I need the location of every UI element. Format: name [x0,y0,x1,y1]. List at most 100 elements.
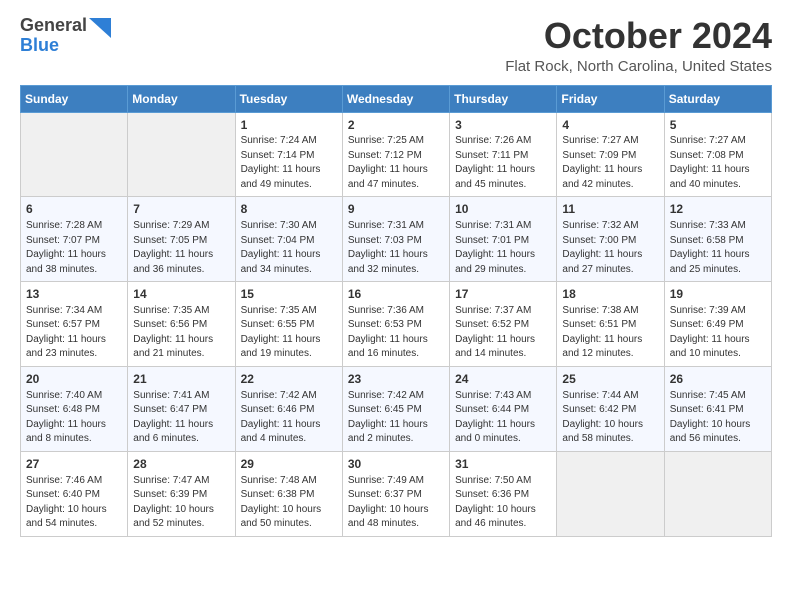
col-tuesday: Tuesday [235,85,342,112]
day-info: Sunrise: 7:24 AM Sunset: 7:14 PM Dayligh… [241,134,337,192]
day-info: Sunrise: 7:48 AM Sunset: 6:38 PM Dayligh… [241,474,337,532]
calendar-day: 4Sunrise: 7:27 AM Sunset: 7:09 PM Daylig… [557,112,664,197]
day-number: 23 [348,371,444,388]
day-number: 20 [26,371,122,388]
week-row-5: 27Sunrise: 7:46 AM Sunset: 6:40 PM Dayli… [21,451,772,536]
day-info: Sunrise: 7:40 AM Sunset: 6:48 PM Dayligh… [26,389,122,447]
calendar-day: 7Sunrise: 7:29 AM Sunset: 7:05 PM Daylig… [128,197,235,282]
day-number: 14 [133,286,229,303]
col-sunday: Sunday [21,85,128,112]
day-number: 5 [670,117,766,134]
calendar-day: 28Sunrise: 7:47 AM Sunset: 6:39 PM Dayli… [128,451,235,536]
day-info: Sunrise: 7:26 AM Sunset: 7:11 PM Dayligh… [455,134,551,192]
day-info: Sunrise: 7:38 AM Sunset: 6:51 PM Dayligh… [562,304,658,362]
calendar-table: Sunday Monday Tuesday Wednesday Thursday… [20,85,772,537]
day-number: 17 [455,286,551,303]
day-number: 22 [241,371,337,388]
day-number: 8 [241,201,337,218]
calendar-day: 22Sunrise: 7:42 AM Sunset: 6:46 PM Dayli… [235,366,342,451]
day-number: 3 [455,117,551,134]
day-number: 7 [133,201,229,218]
week-row-3: 13Sunrise: 7:34 AM Sunset: 6:57 PM Dayli… [21,282,772,367]
calendar-day: 23Sunrise: 7:42 AM Sunset: 6:45 PM Dayli… [342,366,449,451]
col-friday: Friday [557,85,664,112]
calendar-day: 14Sunrise: 7:35 AM Sunset: 6:56 PM Dayli… [128,282,235,367]
day-info: Sunrise: 7:43 AM Sunset: 6:44 PM Dayligh… [455,389,551,447]
day-info: Sunrise: 7:28 AM Sunset: 7:07 PM Dayligh… [26,219,122,277]
calendar-day [557,451,664,536]
day-number: 27 [26,456,122,473]
day-number: 25 [562,371,658,388]
day-number: 12 [670,201,766,218]
day-number: 16 [348,286,444,303]
calendar-day: 9Sunrise: 7:31 AM Sunset: 7:03 PM Daylig… [342,197,449,282]
day-number: 2 [348,117,444,134]
calendar-day: 29Sunrise: 7:48 AM Sunset: 6:38 PM Dayli… [235,451,342,536]
day-number: 10 [455,201,551,218]
calendar-day [128,112,235,197]
day-info: Sunrise: 7:49 AM Sunset: 6:37 PM Dayligh… [348,474,444,532]
calendar-day: 17Sunrise: 7:37 AM Sunset: 6:52 PM Dayli… [450,282,557,367]
day-info: Sunrise: 7:42 AM Sunset: 6:45 PM Dayligh… [348,389,444,447]
logo: General Blue [20,16,111,56]
day-number: 29 [241,456,337,473]
week-row-2: 6Sunrise: 7:28 AM Sunset: 7:07 PM Daylig… [21,197,772,282]
day-info: Sunrise: 7:31 AM Sunset: 7:01 PM Dayligh… [455,219,551,277]
day-info: Sunrise: 7:37 AM Sunset: 6:52 PM Dayligh… [455,304,551,362]
calendar-day: 12Sunrise: 7:33 AM Sunset: 6:58 PM Dayli… [664,197,771,282]
calendar-day: 26Sunrise: 7:45 AM Sunset: 6:41 PM Dayli… [664,366,771,451]
calendar-day: 21Sunrise: 7:41 AM Sunset: 6:47 PM Dayli… [128,366,235,451]
day-info: Sunrise: 7:47 AM Sunset: 6:39 PM Dayligh… [133,474,229,532]
calendar-day: 8Sunrise: 7:30 AM Sunset: 7:04 PM Daylig… [235,197,342,282]
calendar-day [664,451,771,536]
day-info: Sunrise: 7:50 AM Sunset: 6:36 PM Dayligh… [455,474,551,532]
day-info: Sunrise: 7:35 AM Sunset: 6:56 PM Dayligh… [133,304,229,362]
day-number: 30 [348,456,444,473]
days-header-row: Sunday Monday Tuesday Wednesday Thursday… [21,85,772,112]
day-info: Sunrise: 7:45 AM Sunset: 6:41 PM Dayligh… [670,389,766,447]
calendar-day: 27Sunrise: 7:46 AM Sunset: 6:40 PM Dayli… [21,451,128,536]
day-number: 26 [670,371,766,388]
day-info: Sunrise: 7:33 AM Sunset: 6:58 PM Dayligh… [670,219,766,277]
col-monday: Monday [128,85,235,112]
calendar-day: 13Sunrise: 7:34 AM Sunset: 6:57 PM Dayli… [21,282,128,367]
day-number: 6 [26,201,122,218]
day-info: Sunrise: 7:44 AM Sunset: 6:42 PM Dayligh… [562,389,658,447]
calendar-day: 5Sunrise: 7:27 AM Sunset: 7:08 PM Daylig… [664,112,771,197]
calendar-day: 16Sunrise: 7:36 AM Sunset: 6:53 PM Dayli… [342,282,449,367]
week-row-1: 1Sunrise: 7:24 AM Sunset: 7:14 PM Daylig… [21,112,772,197]
day-number: 18 [562,286,658,303]
day-info: Sunrise: 7:42 AM Sunset: 6:46 PM Dayligh… [241,389,337,447]
day-number: 1 [241,117,337,134]
title-area: October 2024 Flat Rock, North Carolina, … [505,16,772,75]
day-number: 31 [455,456,551,473]
calendar-day: 24Sunrise: 7:43 AM Sunset: 6:44 PM Dayli… [450,366,557,451]
calendar-day: 18Sunrise: 7:38 AM Sunset: 6:51 PM Dayli… [557,282,664,367]
logo-blue: Blue [20,35,59,55]
calendar-day: 25Sunrise: 7:44 AM Sunset: 6:42 PM Dayli… [557,366,664,451]
calendar-title: October 2024 [505,16,772,56]
calendar-day: 2Sunrise: 7:25 AM Sunset: 7:12 PM Daylig… [342,112,449,197]
day-info: Sunrise: 7:41 AM Sunset: 6:47 PM Dayligh… [133,389,229,447]
day-number: 4 [562,117,658,134]
day-number: 19 [670,286,766,303]
header: General Blue October 2024 Flat Rock, Nor… [20,16,772,75]
day-info: Sunrise: 7:46 AM Sunset: 6:40 PM Dayligh… [26,474,122,532]
calendar-day: 11Sunrise: 7:32 AM Sunset: 7:00 PM Dayli… [557,197,664,282]
day-number: 13 [26,286,122,303]
calendar-day: 6Sunrise: 7:28 AM Sunset: 7:07 PM Daylig… [21,197,128,282]
day-number: 21 [133,371,229,388]
col-wednesday: Wednesday [342,85,449,112]
calendar-day: 3Sunrise: 7:26 AM Sunset: 7:11 PM Daylig… [450,112,557,197]
day-info: Sunrise: 7:30 AM Sunset: 7:04 PM Dayligh… [241,219,337,277]
day-info: Sunrise: 7:25 AM Sunset: 7:12 PM Dayligh… [348,134,444,192]
calendar-day: 30Sunrise: 7:49 AM Sunset: 6:37 PM Dayli… [342,451,449,536]
day-info: Sunrise: 7:36 AM Sunset: 6:53 PM Dayligh… [348,304,444,362]
day-number: 9 [348,201,444,218]
calendar-subtitle: Flat Rock, North Carolina, United States [505,58,772,75]
col-thursday: Thursday [450,85,557,112]
day-number: 24 [455,371,551,388]
day-info: Sunrise: 7:27 AM Sunset: 7:08 PM Dayligh… [670,134,766,192]
day-info: Sunrise: 7:31 AM Sunset: 7:03 PM Dayligh… [348,219,444,277]
day-info: Sunrise: 7:29 AM Sunset: 7:05 PM Dayligh… [133,219,229,277]
